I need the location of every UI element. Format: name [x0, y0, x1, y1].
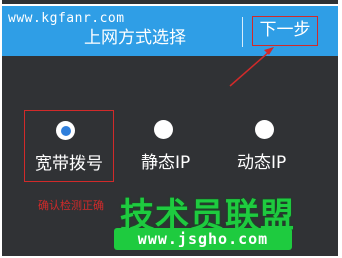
- page-title: 上网方式选择: [84, 28, 186, 48]
- watermark-brand-url: www.jsgho.com: [114, 228, 292, 250]
- app-screen: www.kgfanr.com 上网方式选择 下一步 宽带拨号 静态IP 动态IP…: [2, 0, 338, 256]
- header-divider: [242, 17, 243, 47]
- radio-selected-dot: [60, 125, 71, 136]
- option-static-ip[interactable]: 静态IP: [127, 110, 217, 182]
- radio-button-selected[interactable]: [56, 121, 75, 140]
- next-step-button[interactable]: 下一步: [252, 16, 318, 46]
- radio-button[interactable]: [255, 120, 274, 139]
- option-label: 宽带拨号: [35, 154, 103, 174]
- connection-type-options: 宽带拨号 静态IP 动态IP: [2, 110, 338, 185]
- header-bar: www.kgfanr.com 上网方式选择 下一步: [2, 4, 338, 56]
- option-label: 动态IP: [237, 153, 287, 173]
- option-pppoe[interactable]: 宽带拨号: [24, 110, 114, 182]
- option-label: 静态IP: [141, 153, 191, 173]
- radio-button[interactable]: [154, 120, 173, 139]
- confirm-annotation: 确认检测正确: [38, 199, 104, 212]
- option-dynamic-ip[interactable]: 动态IP: [224, 110, 314, 182]
